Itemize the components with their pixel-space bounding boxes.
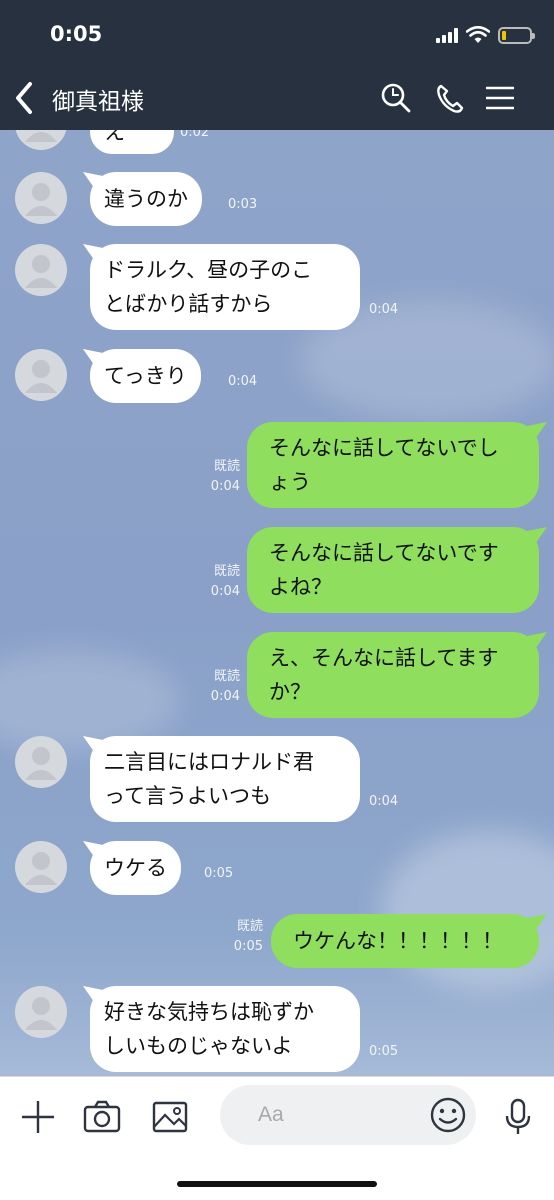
- message-time: 0:04: [210, 584, 240, 599]
- wifi-icon: [466, 26, 490, 43]
- image-icon[interactable]: [150, 1097, 190, 1137]
- message-text-line: 二言目にはロナルド君: [104, 750, 314, 774]
- message-bubble-incoming[interactable]: 違うのか: [90, 172, 202, 226]
- message-time: 0:04: [210, 479, 240, 494]
- message-bubble-outgoing[interactable]: ウケんな！！！！！！: [271, 914, 539, 968]
- message-text: ウケる: [104, 856, 167, 880]
- message-text-line: え、そんなに話してます: [269, 646, 499, 670]
- battery-icon: [498, 26, 535, 44]
- avatar[interactable]: [15, 736, 67, 788]
- message-bubble-incoming[interactable]: 二言目にはロナルド君 って言うよいつも: [90, 736, 360, 822]
- message-time: 0:05: [233, 939, 263, 954]
- avatar[interactable]: [15, 172, 67, 224]
- message-bubble-incoming[interactable]: え: [90, 130, 174, 154]
- avatar[interactable]: [15, 986, 67, 1038]
- search-icon[interactable]: [378, 78, 414, 118]
- top-bar: 0:05 御真祖様: [0, 0, 554, 130]
- message-text: ウケんな！！！！！！: [293, 929, 503, 953]
- message-bubble-outgoing[interactable]: そんなに話してないでし ょう: [247, 422, 539, 508]
- message-input[interactable]: [220, 1085, 420, 1145]
- status-icons: [436, 22, 535, 48]
- chevron-left-icon[interactable]: [10, 78, 40, 118]
- message-text-line: そんなに話してないです: [269, 541, 499, 565]
- message-input-box[interactable]: [220, 1085, 476, 1145]
- read-receipt: 既読: [213, 564, 240, 579]
- phone-icon[interactable]: [432, 78, 468, 118]
- microphone-icon[interactable]: [498, 1097, 538, 1137]
- read-receipt: 既読: [213, 459, 240, 474]
- read-receipt: 既読: [213, 669, 240, 684]
- message-time: 0:03: [228, 197, 258, 212]
- home-indicator[interactable]: [177, 1181, 377, 1187]
- avatar[interactable]: [15, 841, 67, 893]
- message-bubble-incoming[interactable]: てっきり: [90, 349, 201, 403]
- camera-icon[interactable]: [82, 1097, 122, 1137]
- message-bubble-outgoing[interactable]: え、そんなに話してます か？: [247, 632, 539, 718]
- message-bubble-incoming[interactable]: ウケる: [90, 841, 181, 895]
- chat-area[interactable]: え 0:02 違うのか 0:03 ドラルク、昼の子のこ とばかり話すから 0:0…: [0, 130, 554, 1076]
- message-text-line: ドラルク、昼の子のこ: [104, 258, 313, 282]
- message-text-line: か？: [269, 680, 311, 704]
- smiley-icon[interactable]: [428, 1095, 468, 1135]
- signal-icon: [436, 27, 458, 43]
- message-text: え: [104, 130, 125, 144]
- message-text-line: 好きな気持ちは恥ずか: [104, 1000, 314, 1024]
- avatar[interactable]: [15, 349, 67, 401]
- message-text-line: しいものじゃないよ: [104, 1034, 293, 1058]
- avatar[interactable]: [15, 244, 67, 296]
- chat-title: 御真祖様: [52, 89, 144, 115]
- message-bubble-outgoing[interactable]: そんなに話してないです よね？: [247, 527, 539, 613]
- message-text-line: とばかり話すから: [104, 292, 273, 316]
- message-time: 0:04: [228, 374, 258, 389]
- message-text: 違うのか: [104, 187, 188, 211]
- message-time: 0:05: [369, 1044, 399, 1059]
- message-text-line: って言うよいつも: [104, 784, 271, 808]
- read-receipt: 既読: [236, 919, 263, 934]
- message-time: 0:05: [204, 866, 234, 881]
- message-text: てっきり: [104, 364, 187, 388]
- message-text-line: ょう: [269, 470, 311, 494]
- message-time: 0:04: [210, 689, 240, 704]
- message-time: 0:04: [369, 794, 399, 809]
- message-time: 0:04: [369, 302, 399, 317]
- hamburger-menu-icon[interactable]: [484, 78, 516, 118]
- message-bubble-incoming[interactable]: ドラルク、昼の子のこ とばかり話すから: [90, 244, 360, 330]
- status-time: 0:05: [50, 22, 103, 46]
- plus-icon[interactable]: [18, 1097, 58, 1137]
- avatar[interactable]: [15, 130, 67, 150]
- message-text-line: そんなに話してないでし: [269, 436, 499, 460]
- message-bubble-incoming[interactable]: 好きな気持ちは恥ずか しいものじゃないよ: [90, 986, 360, 1072]
- message-time: 0:02: [180, 130, 210, 140]
- message-text-line: よね？: [269, 575, 332, 599]
